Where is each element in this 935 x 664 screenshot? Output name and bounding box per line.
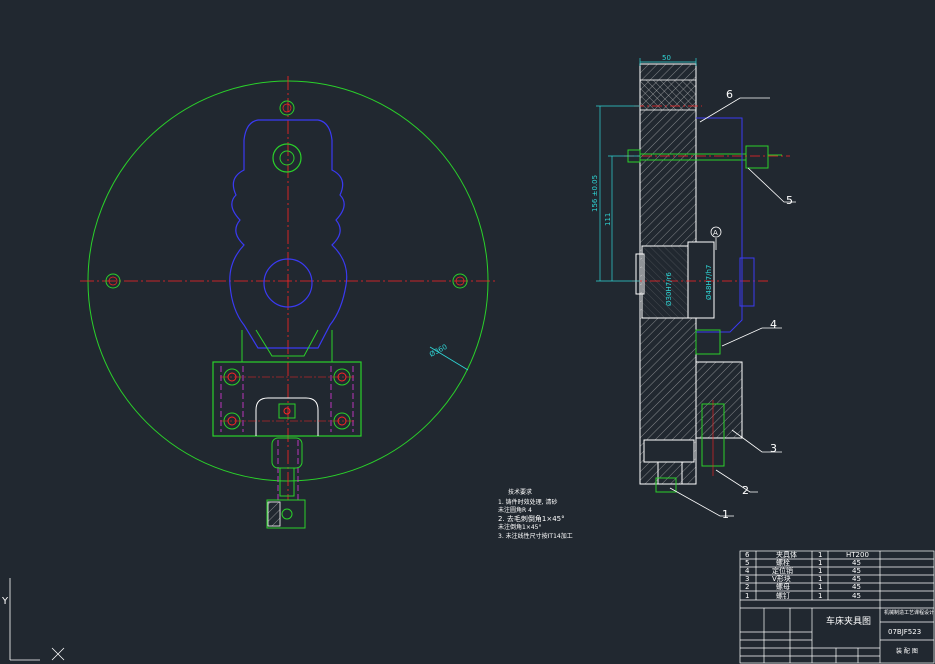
dim-top-width: 50 (662, 54, 671, 62)
school-name: 机械制造工艺课程设计 (884, 609, 934, 616)
small-end-bore (279, 150, 295, 166)
hidden-lines (220, 366, 354, 500)
title-footer: 装 配 图 (896, 647, 918, 655)
svg-text:1: 1 (818, 575, 822, 583)
note-line: 未注倒角1×45° (498, 523, 541, 531)
balloon-6: 6 (726, 88, 733, 101)
svg-text:HT200: HT200 (846, 551, 869, 559)
svg-text:1: 1 (818, 567, 822, 575)
small-end-boss (272, 143, 302, 173)
svg-text:45: 45 (852, 567, 861, 575)
clamp-base-plate (212, 361, 362, 437)
note-line: 未注圆角R 4 (498, 506, 532, 514)
v-block-section (695, 361, 743, 439)
svg-text:螺钉: 螺钉 (776, 591, 790, 600)
ucs-y-label: Y (1, 596, 9, 607)
drawing-title: 车床夹具图 (826, 615, 871, 627)
dim-fit-right: Ø48H7/h7 (705, 265, 713, 300)
note-line: 2. 去毛刺倒角1×45° (498, 514, 565, 523)
svg-text:3: 3 (745, 575, 749, 583)
section-view: 50 156 ±0.05 111 Ø30H7/r6 Ø48H7/h7 A 6 5… (591, 54, 796, 521)
svg-text:1: 1 (818, 551, 822, 559)
dim-inner-height: 111 (604, 213, 612, 226)
svg-text:夹具体: 夹具体 (776, 550, 797, 559)
balloon-4: 4 (770, 318, 777, 331)
svg-text:45: 45 (852, 592, 861, 600)
svg-text:1: 1 (818, 583, 822, 591)
svg-text:6: 6 (745, 551, 750, 559)
bolt-hole-top (279, 100, 295, 116)
svg-text:V形块: V形块 (772, 574, 791, 583)
dim-fit-left: Ø30H7/r6 (665, 272, 673, 306)
dim-overall-height: 156 ±0.05 (591, 175, 599, 212)
knurled-grip (267, 501, 281, 527)
technical-requirements: 技术要求 1. 铸件时效处理, 清砂 未注圆角R 4 2. 去毛刺倒角1×45°… (498, 488, 573, 540)
table-row: 1 螺钉 1 45 (745, 591, 861, 600)
svg-text:45: 45 (852, 583, 861, 591)
balloon-2: 2 (742, 484, 749, 497)
notes-heading: 技术要求 (508, 488, 532, 496)
svg-text:45: 45 (852, 559, 861, 567)
svg-text:45: 45 (852, 575, 861, 583)
balloon-3: 3 (770, 442, 777, 455)
front-view: Ø360 (80, 76, 498, 529)
svg-text:5: 5 (745, 559, 749, 567)
svg-text:1: 1 (745, 592, 749, 600)
svg-text:螺母: 螺母 (776, 582, 790, 591)
parts-list-table (739, 550, 935, 664)
cad-drawing-canvas: Ø360 50 156 ±0.05 111 Ø30H7/r6 Ø48H7/h7 … (1, 54, 935, 664)
svg-text:定位销: 定位销 (772, 566, 793, 575)
drawing-number: 07BJF523 (888, 628, 921, 636)
svg-text:螺栓: 螺栓 (776, 558, 790, 567)
svg-text:2: 2 (745, 583, 749, 591)
ucs-icon (9, 578, 65, 661)
balloon-5: 5 (786, 194, 793, 207)
svg-text:A: A (713, 229, 718, 237)
svg-text:1: 1 (818, 559, 822, 567)
svg-text:1: 1 (818, 592, 822, 600)
note-line: 1. 铸件时效处理, 清砂 (498, 498, 557, 506)
svg-text:4: 4 (745, 567, 750, 575)
balloon-1: 1 (722, 508, 729, 521)
note-line: 3. 未注线性尺寸按IT14加工 (498, 532, 573, 540)
